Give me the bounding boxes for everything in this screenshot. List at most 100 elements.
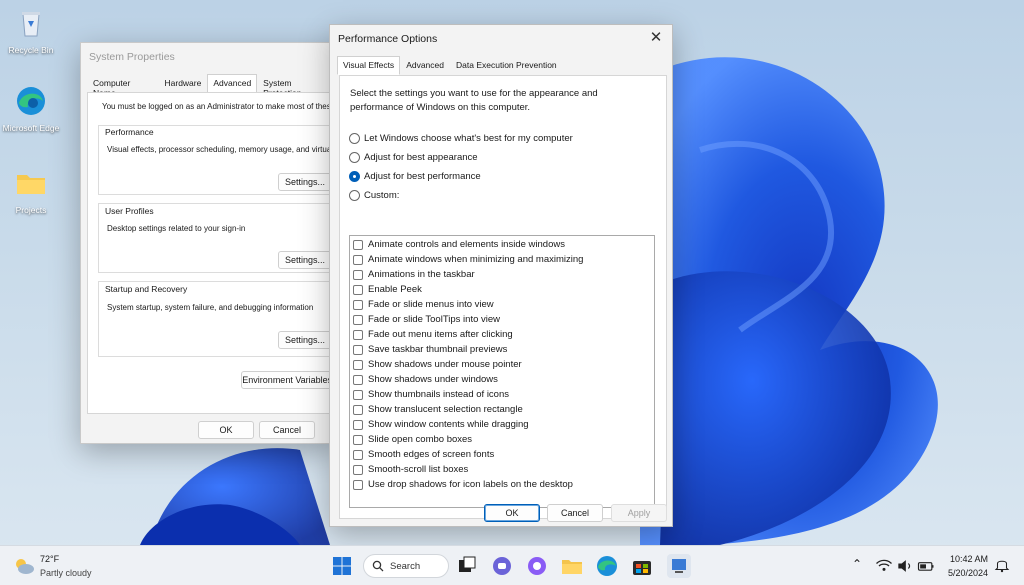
task-view-icon[interactable] [455,554,479,578]
radio-best-appearance[interactable]: Adjust for best appearance [349,152,478,163]
admin-note: You must be logged on as an Administrato… [102,102,336,111]
system-properties-ok-button[interactable]: OK [198,421,254,439]
effect-checkbox-row[interactable]: Fade out menu items after clicking [353,327,513,342]
effect-checkbox-row[interactable]: Show thumbnails instead of icons [353,387,509,402]
desktop-icon-recycle-bin[interactable]: Recycle Bin [0,6,62,56]
visual-effects-panel: Select the settings you want to use for … [339,75,667,519]
checkbox[interactable] [353,254,363,265]
effect-checkbox-row[interactable]: Animations in the taskbar [353,267,475,282]
radio-button[interactable] [349,133,360,144]
clock-time[interactable]: 10:42 AM [950,554,988,564]
checkbox[interactable] [353,479,363,490]
checkbox[interactable] [353,314,363,325]
window-title: Performance Options [338,33,438,45]
start-icon[interactable] [330,554,354,578]
checkbox[interactable] [353,239,363,250]
checkbox[interactable] [353,284,363,295]
radio-button[interactable] [349,190,360,201]
tab-advanced[interactable]: Advanced [400,56,450,75]
radio-best-performance[interactable]: Adjust for best performance [349,171,481,182]
effect-label: Save taskbar thumbnail previews [368,344,508,355]
store-icon[interactable] [630,554,654,578]
effect-checkbox-row[interactable]: Show shadows under windows [353,372,498,387]
effect-checkbox-row[interactable]: Animate windows when minimizing and maxi… [353,252,583,267]
weather-icon[interactable] [12,554,36,578]
performance-settings-button[interactable]: Settings... [278,173,332,191]
checkbox[interactable] [353,434,363,445]
effect-checkbox-row[interactable]: Fade or slide menus into view [353,297,494,312]
volume-icon[interactable] [895,556,915,576]
checkbox[interactable] [353,419,363,430]
search-label: Search [390,560,421,572]
effect-checkbox-row[interactable]: Save taskbar thumbnail previews [353,342,507,357]
effect-label: Slide open combo boxes [368,434,473,445]
checkbox[interactable] [353,299,363,310]
system-settings-app-icon[interactable] [667,554,691,578]
window-title: System Properties [89,51,175,63]
battery-icon[interactable] [916,556,936,576]
effect-checkbox-row[interactable]: Enable Peek [353,282,422,297]
effect-checkbox-row[interactable]: Show shadows under mouse pointer [353,357,522,372]
effect-label: Enable Peek [368,284,422,295]
user-profiles-settings-button[interactable]: Settings... [278,251,332,269]
effect-checkbox-row[interactable]: Smooth-scroll list boxes [353,462,468,477]
performance-ok-button[interactable]: OK [484,504,540,522]
effect-checkbox-row[interactable]: Show translucent selection rectangle [353,402,523,417]
effect-label: Fade out menu items after clicking [368,329,513,340]
effect-label: Use drop shadows for icon labels on the … [368,479,573,490]
search-icon [372,560,384,572]
radio-custom[interactable]: Custom: [349,190,399,201]
radio-let-windows-choose[interactable]: Let Windows choose what's best for my co… [349,133,573,144]
effect-label: Show window contents while dragging [368,419,529,430]
visual-effects-list[interactable]: Animate controls and elements inside win… [349,235,655,508]
weather-temperature[interactable]: 72°F [40,554,59,564]
taskbar: 72°F Partly cloudy Search ⌃ 10:42 AM 5/2… [0,545,1024,585]
desktop-icon-projects[interactable]: Projects [0,166,62,216]
desktop-icon-microsoft-edge[interactable]: Microsoft Edge [0,84,62,134]
effect-checkbox-row[interactable]: Smooth edges of screen fonts [353,447,494,462]
effect-checkbox-row[interactable]: Show window contents while dragging [353,417,529,432]
checkbox[interactable] [353,374,363,385]
taskbar-search[interactable]: Search [363,554,449,578]
checkbox[interactable] [353,329,363,340]
effect-label: Fade or slide menus into view [368,299,494,310]
radio-button[interactable] [349,152,360,163]
weather-description[interactable]: Partly cloudy [40,568,92,578]
startup-recovery-settings-button[interactable]: Settings... [278,331,332,349]
effect-checkbox-row[interactable]: Use drop shadows for icon labels on the … [353,477,573,492]
performance-group-text: Visual effects, processor scheduling, me… [107,145,336,154]
checkbox[interactable] [353,404,363,415]
chevron-up-icon[interactable]: ⌃ [852,557,862,571]
performance-cancel-button[interactable]: Cancel [547,504,603,522]
environment-variables-button[interactable]: Environment Variables... [241,371,336,389]
checkbox[interactable] [353,344,363,355]
notification-bell-icon[interactable] [993,556,1011,574]
effect-label: Animations in the taskbar [368,269,475,280]
checkbox[interactable] [353,449,363,460]
copilot-icon[interactable] [525,554,549,578]
tab-data-execution-prevention[interactable]: Data Execution Prevention [450,56,563,75]
effect-checkbox-row[interactable]: Fade or slide ToolTips into view [353,312,500,327]
radio-button-selected[interactable] [349,171,360,182]
effect-label: Smooth-scroll list boxes [368,464,469,475]
close-icon[interactable]: ✕ [648,30,664,46]
file-explorer-icon[interactable] [560,554,584,578]
chat-icon[interactable] [490,554,514,578]
checkbox[interactable] [353,269,363,280]
effect-checkbox-row[interactable]: Animate controls and elements inside win… [353,237,565,252]
intro-text: Select the settings you want to use for … [350,88,598,113]
tab-visual-effects[interactable]: Visual Effects [337,56,401,75]
clock-date[interactable]: 5/20/2024 [948,568,988,578]
edge-icon[interactable] [595,554,619,578]
checkbox[interactable] [353,389,363,400]
desktop-icon-label: Recycle Bin [8,44,54,55]
radio-label: Adjust for best appearance [364,152,478,163]
wifi-icon[interactable] [874,556,894,576]
performance-apply-button[interactable]: Apply [611,504,667,522]
checkbox[interactable] [353,359,363,370]
radio-label: Custom: [364,190,400,201]
checkbox[interactable] [353,464,363,475]
effect-checkbox-row[interactable]: Slide open combo boxes [353,432,472,447]
system-properties-cancel-button[interactable]: Cancel [259,421,315,439]
folder-icon [17,175,45,194]
